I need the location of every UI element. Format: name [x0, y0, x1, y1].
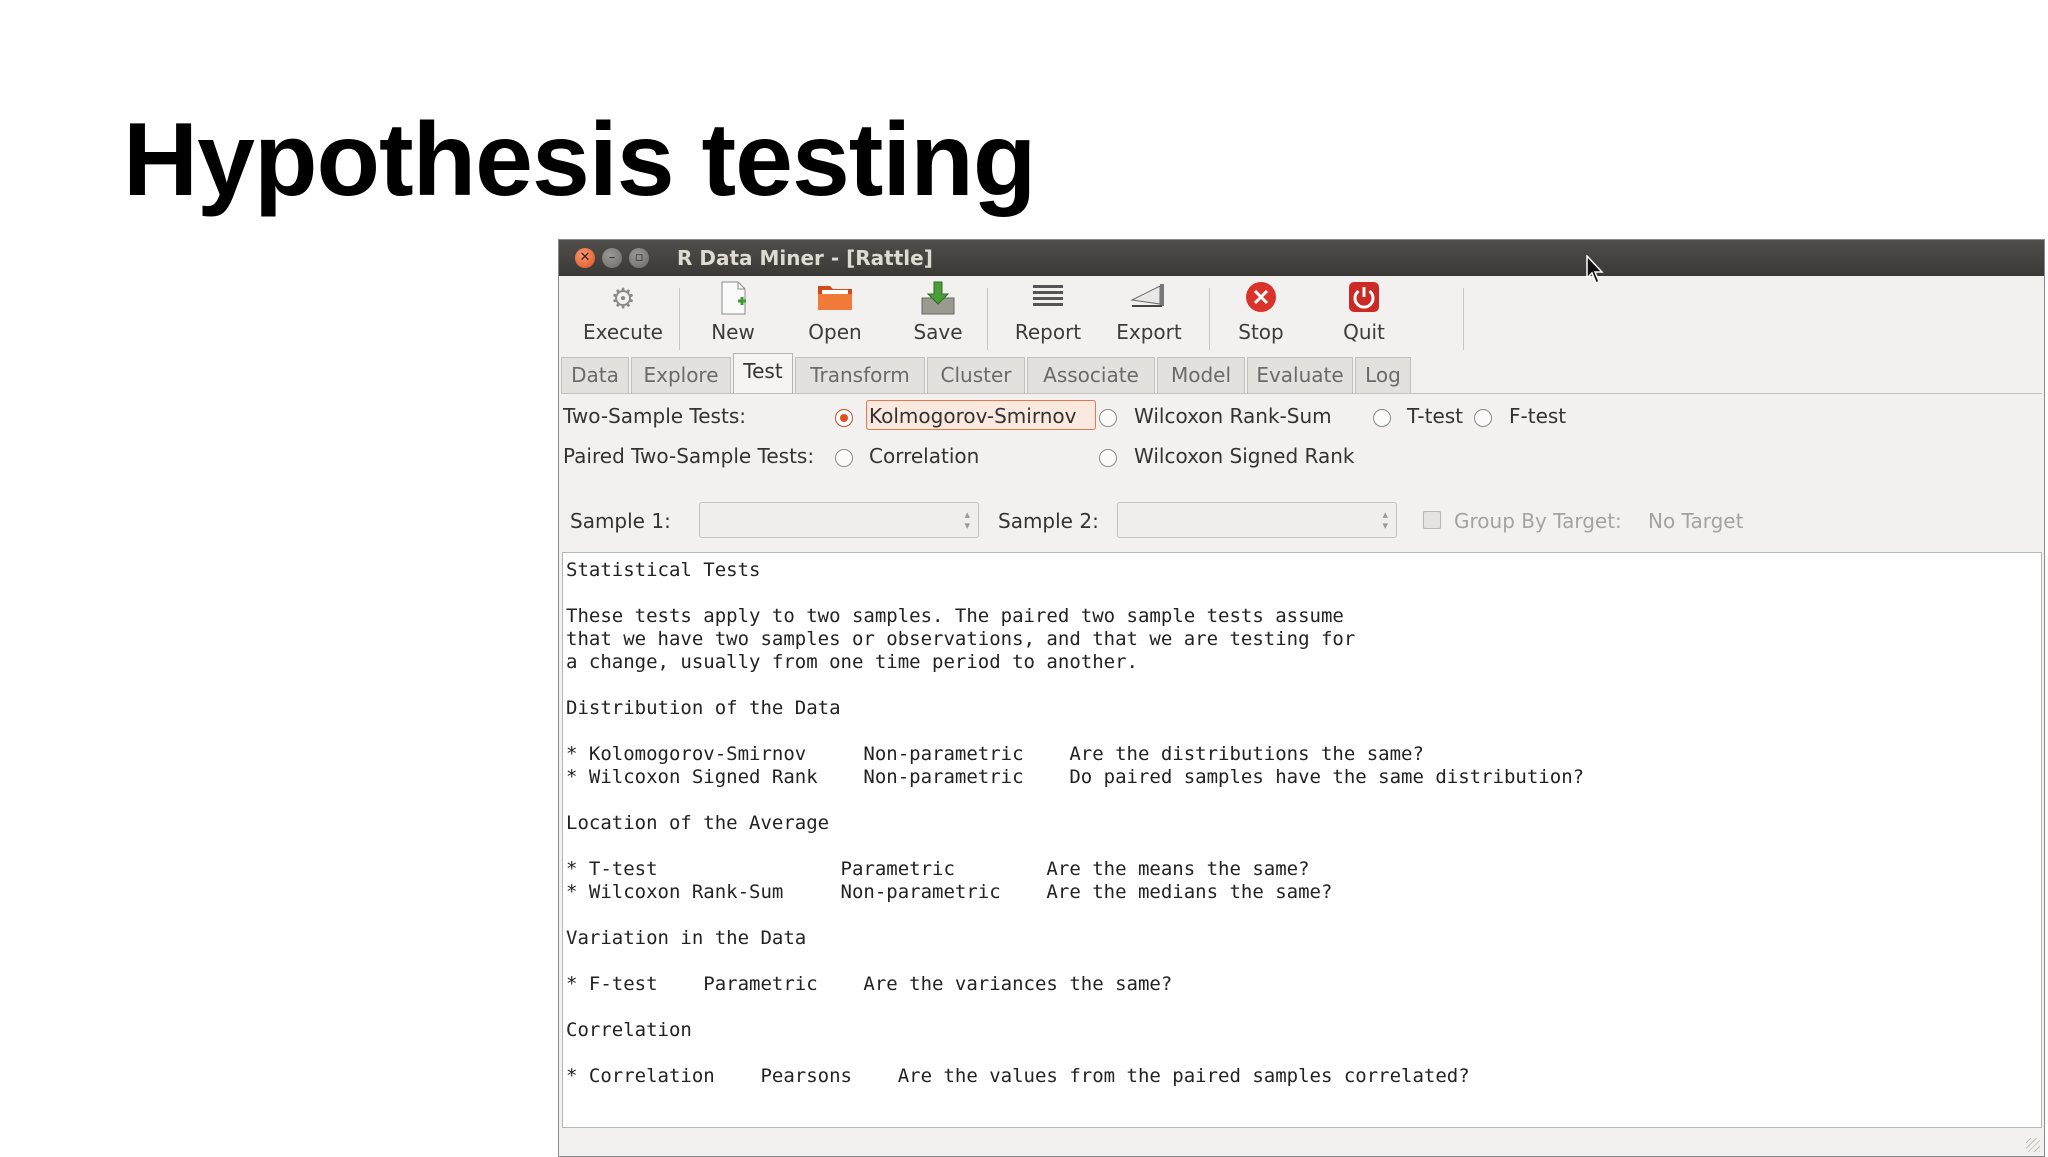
- text-line: Location of the Average: [566, 812, 830, 834]
- window-titlebar[interactable]: ✕ – ▫ R Data Miner - [Rattle]: [559, 240, 2044, 276]
- correlation-radio[interactable]: [835, 449, 853, 467]
- wilcoxon-rank-sum-radio[interactable]: [1099, 409, 1117, 427]
- text-line: a change, usually from one time period t…: [566, 651, 1138, 673]
- power-icon: [1345, 280, 1383, 318]
- text-line: that we have two samples or observations…: [566, 628, 1356, 650]
- sample2-label: Sample 2:: [998, 509, 1099, 533]
- quit-button[interactable]: Quit: [1333, 280, 1395, 344]
- text-line: * Correlation Pearsons Are the values fr…: [566, 1065, 1470, 1087]
- sample2-combo[interactable]: ▴ ▾: [1117, 502, 1397, 538]
- slide-title: Hypothesis testing: [123, 102, 1036, 218]
- wilcoxon-signed-rank-label[interactable]: Wilcoxon Signed Rank: [1134, 444, 1355, 468]
- window-title: R Data Miner - [Rattle]: [677, 246, 933, 270]
- text-line: * T-test Parametric Are the means the sa…: [566, 858, 1310, 880]
- text-line: These tests apply to two samples. The pa…: [566, 605, 1344, 627]
- export-icon: [1130, 280, 1168, 318]
- text-line: * F-test Parametric Are the variances th…: [566, 973, 1173, 995]
- window-maximize-icon[interactable]: ▫: [629, 248, 649, 268]
- tab-cluster[interactable]: Cluster: [927, 357, 1025, 393]
- tab-test[interactable]: Test: [733, 353, 793, 394]
- group-by-target-label: Group By Target:: [1454, 509, 1622, 533]
- toolbar-separator: [679, 288, 680, 350]
- text-line: [566, 996, 2041, 1019]
- report-button[interactable]: Report: [1007, 280, 1089, 344]
- text-line: * Wilcoxon Signed Rank Non-parametric Do…: [566, 766, 1585, 788]
- export-button[interactable]: Export: [1109, 280, 1189, 344]
- tab-explore[interactable]: Explore: [631, 357, 731, 393]
- tab-model[interactable]: Model: [1157, 357, 1245, 393]
- text-line: [566, 904, 2041, 927]
- statistical-tests-textview[interactable]: Statistical Tests These tests apply to tw…: [562, 552, 2042, 1128]
- text-line: Distribution of the Data: [566, 697, 841, 719]
- tab-transform[interactable]: Transform: [795, 357, 925, 393]
- toolbar-separator: [1209, 288, 1210, 350]
- t-test-label[interactable]: T-test: [1407, 404, 1463, 428]
- kolmogorov-smirnov-label[interactable]: Kolmogorov-Smirnov: [869, 404, 1076, 428]
- tab-log[interactable]: Log: [1355, 357, 1411, 393]
- text-line: [566, 950, 2041, 973]
- text-line: Statistical Tests: [566, 559, 761, 581]
- sample1-combo[interactable]: ▴ ▾: [699, 502, 979, 538]
- text-line: [566, 789, 2041, 812]
- tab-data[interactable]: Data: [561, 357, 629, 393]
- stop-button[interactable]: Stop: [1229, 280, 1293, 344]
- save-button[interactable]: Save: [906, 280, 970, 344]
- text-line: * Kolomogorov-Smirnov Non-parametric Are…: [566, 743, 1424, 765]
- toolbar-separator: [1463, 288, 1464, 350]
- f-test-label[interactable]: F-test: [1509, 404, 1566, 428]
- stop-icon: [1242, 280, 1280, 318]
- text-line: [566, 674, 2041, 697]
- new-button[interactable]: New: [701, 280, 765, 344]
- open-button[interactable]: Open: [803, 280, 867, 344]
- f-test-radio[interactable]: [1474, 409, 1492, 427]
- mouse-cursor-icon: [1586, 255, 1604, 285]
- wilcoxon-rank-sum-label[interactable]: Wilcoxon Rank-Sum: [1134, 404, 1332, 428]
- two-sample-tests-label: Two-Sample Tests:: [563, 404, 746, 428]
- text-line: [566, 582, 2041, 605]
- kolmogorov-smirnov-radio[interactable]: [835, 409, 853, 427]
- spin-arrows-icon: ▴ ▾: [964, 508, 970, 532]
- resize-grip[interactable]: [2026, 1138, 2040, 1152]
- correlation-label[interactable]: Correlation: [869, 444, 979, 468]
- text-line: [566, 1042, 2041, 1065]
- text-line: Variation in the Data: [566, 927, 807, 949]
- text-line: [566, 720, 2041, 743]
- text-line: [566, 835, 2041, 858]
- save-icon: [919, 280, 957, 318]
- text-line: * Wilcoxon Rank-Sum Non-parametric Are t…: [566, 881, 1333, 903]
- tab-associate[interactable]: Associate: [1027, 357, 1155, 393]
- sample1-label: Sample 1:: [570, 509, 671, 533]
- group-by-target-checkbox[interactable]: [1423, 511, 1441, 529]
- gears-icon: ⚙: [610, 282, 636, 315]
- folder-open-icon: [816, 280, 854, 318]
- test-panel: Two-Sample Tests: Paired Two-Sample Test…: [561, 393, 2042, 1154]
- text-line: Correlation: [566, 1019, 692, 1041]
- report-icon: [1029, 280, 1067, 318]
- window-close-icon[interactable]: ✕: [575, 248, 595, 268]
- tab-evaluate[interactable]: Evaluate: [1247, 357, 1353, 393]
- toolbar-separator: [987, 288, 988, 350]
- wilcoxon-signed-rank-radio[interactable]: [1099, 449, 1117, 467]
- paired-tests-label: Paired Two-Sample Tests:: [563, 444, 815, 468]
- t-test-radio[interactable]: [1373, 409, 1391, 427]
- execute-button[interactable]: ⚙ Execute: [581, 280, 665, 344]
- toolbar: ⚙ Execute New Open Save Report Export St…: [559, 276, 2044, 362]
- target-value: No Target: [1648, 509, 1744, 533]
- new-document-icon: [714, 280, 752, 318]
- spin-arrows-icon: ▴ ▾: [1382, 508, 1388, 532]
- window-minimize-icon[interactable]: –: [602, 248, 622, 268]
- rattle-window: ✕ – ▫ R Data Miner - [Rattle] ⚙ Execute …: [558, 239, 2045, 1157]
